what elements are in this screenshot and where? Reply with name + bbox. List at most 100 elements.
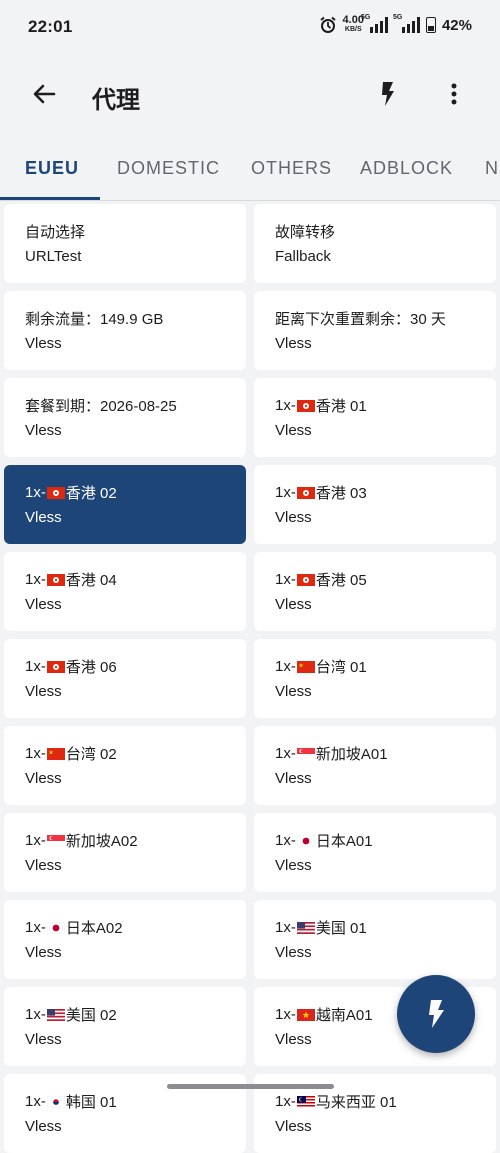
bolt-icon bbox=[429, 1000, 444, 1028]
proxy-name-prefix: 1x- bbox=[25, 658, 46, 675]
proxy-type: Vless bbox=[25, 422, 62, 439]
proxy-card[interactable]: 1x- 香港 05 Vless bbox=[254, 552, 496, 631]
proxy-type: Vless bbox=[275, 335, 312, 352]
proxy-type: Vless bbox=[275, 944, 312, 961]
proxy-name-prefix: 1x- bbox=[275, 571, 296, 588]
proxy-name: 1x- 韩国 01 bbox=[25, 1091, 117, 1112]
proxy-name-suffix: 香港 05 bbox=[315, 572, 367, 589]
proxy-card[interactable]: 1x- 美国 01 Vless bbox=[254, 900, 496, 979]
proxy-card[interactable]: 1x- 美国 02 Vless bbox=[4, 987, 246, 1066]
proxy-card[interactable]: 1x- 日本A02 Vless bbox=[4, 900, 246, 979]
sim1-label: 5G bbox=[360, 14, 371, 21]
proxy-name: 1x- 越南A01 bbox=[275, 1004, 373, 1025]
tab-n[interactable]: N bbox=[485, 158, 499, 179]
proxy-type: Vless bbox=[275, 1031, 312, 1048]
tab-adblock[interactable]: ADBLOCK bbox=[360, 158, 453, 179]
proxy-name-suffix: 香港 06 bbox=[65, 659, 117, 676]
flag-jp-icon bbox=[296, 834, 315, 847]
proxy-name-prefix: 剩余流量：149.9 GB bbox=[25, 311, 164, 328]
proxy-card[interactable]: 1x- 香港 03 Vless bbox=[254, 465, 496, 544]
proxy-card[interactable]: 自动选择 URLTest bbox=[4, 204, 246, 283]
proxy-name: 1x- 香港 03 bbox=[275, 482, 367, 503]
proxy-type: Vless bbox=[25, 509, 62, 526]
proxy-card[interactable]: 1x- 香港 06 Vless bbox=[4, 639, 246, 718]
proxy-name: 1x- 美国 01 bbox=[275, 917, 367, 938]
proxy-card[interactable]: 故障转移 Fallback bbox=[254, 204, 496, 283]
proxy-name: 1x- 日本A02 bbox=[25, 917, 123, 938]
signal-icon-sim1: 5G bbox=[361, 14, 388, 33]
proxy-type: Vless bbox=[275, 596, 312, 613]
proxy-name: 剩余流量：149.9 GB bbox=[25, 308, 163, 329]
proxy-card[interactable]: 1x- 台湾 02 Vless bbox=[4, 726, 246, 805]
flag-my-icon bbox=[296, 1095, 315, 1108]
back-button[interactable] bbox=[28, 78, 60, 110]
proxy-name-prefix: 故障转移 bbox=[275, 224, 336, 241]
status-time: 22:01 bbox=[28, 17, 73, 36]
tab-domestic[interactable]: DOMESTIC bbox=[117, 158, 220, 179]
proxy-card[interactable]: 套餐到期：2026-08-25 Vless bbox=[4, 378, 246, 457]
proxy-name-prefix: 1x- bbox=[25, 832, 46, 849]
proxy-type: Vless bbox=[25, 944, 62, 961]
proxy-type: Vless bbox=[275, 683, 312, 700]
proxy-card[interactable]: 1x- 香港 01 Vless bbox=[254, 378, 496, 457]
proxy-name: 1x- 新加坡A01 bbox=[275, 743, 388, 764]
bolt-icon bbox=[382, 82, 394, 106]
app-bar: 代理 bbox=[0, 56, 500, 136]
proxy-card[interactable]: 1x- 新加坡A02 Vless bbox=[4, 813, 246, 892]
proxy-card[interactable]: 1x- 日本A01 Vless bbox=[254, 813, 496, 892]
proxy-card[interactable]: 剩余流量：149.9 GB Vless bbox=[4, 291, 246, 370]
proxy-name-suffix: 新加坡A01 bbox=[315, 746, 388, 763]
proxy-name: 故障转移 bbox=[275, 221, 335, 242]
back-arrow-icon bbox=[33, 84, 56, 104]
proxy-card[interactable]: 1x- 香港 04 Vless bbox=[4, 552, 246, 631]
page-title: 代理 bbox=[92, 87, 140, 114]
proxy-name-prefix: 1x- bbox=[25, 1093, 46, 1110]
proxy-type: Vless bbox=[25, 683, 62, 700]
home-indicator[interactable] bbox=[167, 1084, 334, 1089]
proxy-name-suffix: 新加坡A02 bbox=[65, 833, 138, 850]
flag-hk-icon bbox=[46, 660, 65, 673]
group-tabs: EUEU DOMESTIC OTHERS ADBLOCK N bbox=[0, 140, 500, 201]
flag-cn-icon bbox=[46, 747, 65, 760]
proxy-name-prefix: 套餐到期：2026-08-25 bbox=[25, 398, 177, 415]
flag-us-icon bbox=[46, 1008, 65, 1021]
test-latency-button[interactable] bbox=[372, 78, 404, 110]
flag-us-icon bbox=[296, 921, 315, 934]
proxy-type: Vless bbox=[25, 596, 62, 613]
proxy-card[interactable]: 1x- 香港 02 Vless bbox=[4, 465, 246, 544]
flag-hk-icon bbox=[296, 399, 315, 412]
proxy-card[interactable]: 距离下次重置剩余：30 天 Vless bbox=[254, 291, 496, 370]
proxy-name: 1x- 香港 04 bbox=[25, 569, 117, 590]
proxy-name: 1x- 香港 01 bbox=[275, 395, 367, 416]
flag-jp-icon bbox=[46, 921, 65, 934]
tab-indicator bbox=[0, 197, 100, 200]
proxy-name-suffix: 台湾 01 bbox=[315, 659, 367, 676]
proxy-name: 1x- 马来西亚 01 bbox=[275, 1091, 397, 1112]
tab-eueu[interactable]: EUEU bbox=[25, 158, 79, 179]
proxy-type: Vless bbox=[275, 770, 312, 787]
flag-cn-icon bbox=[296, 660, 315, 673]
proxy-name-prefix: 1x- bbox=[275, 832, 296, 849]
status-bar: 22:01 4.00 KB/S 5G 5G 42% bbox=[0, 0, 500, 56]
tab-others[interactable]: OTHERS bbox=[251, 158, 332, 179]
proxy-name-suffix: 马来西亚 01 bbox=[315, 1094, 397, 1111]
proxy-name: 距离下次重置剩余：30 天 bbox=[275, 308, 446, 329]
proxy-name-prefix: 自动选择 bbox=[25, 224, 86, 241]
flag-sg-icon bbox=[46, 834, 65, 847]
proxy-name: 1x- 台湾 01 bbox=[275, 656, 367, 677]
more-options-button[interactable] bbox=[440, 78, 468, 110]
proxy-name-prefix: 1x- bbox=[275, 1006, 296, 1023]
flag-sg-icon bbox=[296, 747, 315, 760]
proxy-name-suffix: 美国 02 bbox=[65, 1007, 117, 1024]
proxy-type: Vless bbox=[25, 857, 62, 874]
proxy-name-prefix: 1x- bbox=[275, 397, 296, 414]
proxy-type: Vless bbox=[275, 422, 312, 439]
proxy-type: Vless bbox=[25, 335, 62, 352]
proxy-name-suffix: 日本A01 bbox=[315, 833, 373, 850]
proxy-name-suffix: 香港 02 bbox=[65, 485, 117, 502]
network-speed-unit: KB/S bbox=[344, 26, 362, 33]
proxy-name: 1x- 台湾 02 bbox=[25, 743, 117, 764]
proxy-card[interactable]: 1x- 新加坡A01 Vless bbox=[254, 726, 496, 805]
test-delay-fab[interactable] bbox=[397, 975, 475, 1053]
proxy-card[interactable]: 1x- 台湾 01 Vless bbox=[254, 639, 496, 718]
